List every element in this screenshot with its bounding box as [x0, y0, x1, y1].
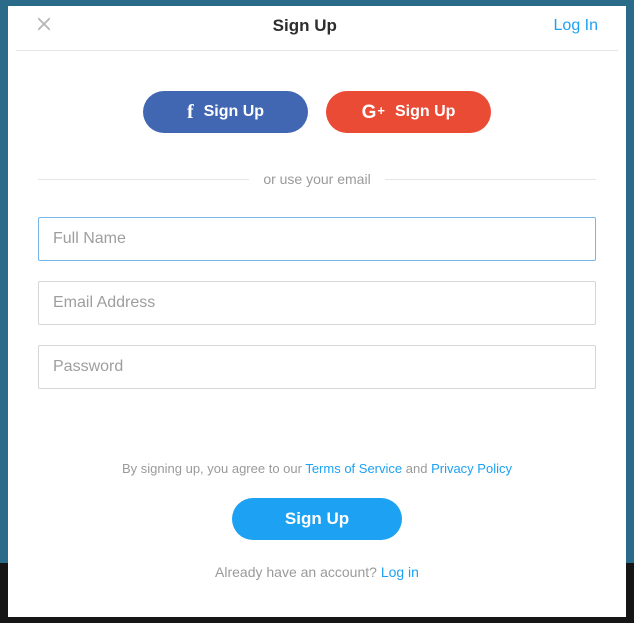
privacy-policy-link[interactable]: Privacy Policy [431, 461, 512, 476]
form-fields [38, 217, 596, 389]
submit-row: Sign Up [38, 498, 596, 540]
social-signup-row: f Sign Up G+ Sign Up [38, 91, 596, 133]
password-input[interactable] [38, 345, 596, 389]
terms-of-service-link[interactable]: Terms of Service [305, 461, 402, 476]
legal-prefix: By signing up, you agree to our [122, 461, 305, 476]
facebook-signup-button[interactable]: f Sign Up [143, 91, 308, 133]
modal-title: Sign Up [56, 16, 554, 36]
modal-content: f Sign Up G+ Sign Up or use your email B… [8, 51, 626, 580]
signup-modal: Sign Up Log In f Sign Up G+ Sign Up or u… [8, 6, 626, 617]
modal-header: Sign Up Log In [16, 6, 618, 51]
already-prefix: Already have an account? [215, 564, 381, 580]
signup-submit-button[interactable]: Sign Up [232, 498, 402, 540]
legal-middle: and [402, 461, 431, 476]
full-name-input[interactable] [38, 217, 596, 261]
facebook-icon: f [187, 102, 194, 122]
close-icon [35, 15, 53, 38]
login-link[interactable]: Log In [554, 17, 598, 35]
already-have-account: Already have an account? Log in [38, 564, 596, 580]
facebook-button-label: Sign Up [204, 103, 264, 121]
google-button-label: Sign Up [395, 103, 455, 121]
divider-text: or use your email [263, 171, 370, 187]
google-signup-button[interactable]: G+ Sign Up [326, 91, 491, 133]
divider-line-left [38, 179, 249, 180]
close-button[interactable] [32, 14, 56, 38]
login-inline-link[interactable]: Log in [381, 564, 419, 580]
divider: or use your email [38, 171, 596, 187]
email-input[interactable] [38, 281, 596, 325]
legal-text: By signing up, you agree to our Terms of… [38, 461, 596, 476]
google-plus-icon: G+ [362, 103, 385, 122]
divider-line-right [385, 179, 596, 180]
